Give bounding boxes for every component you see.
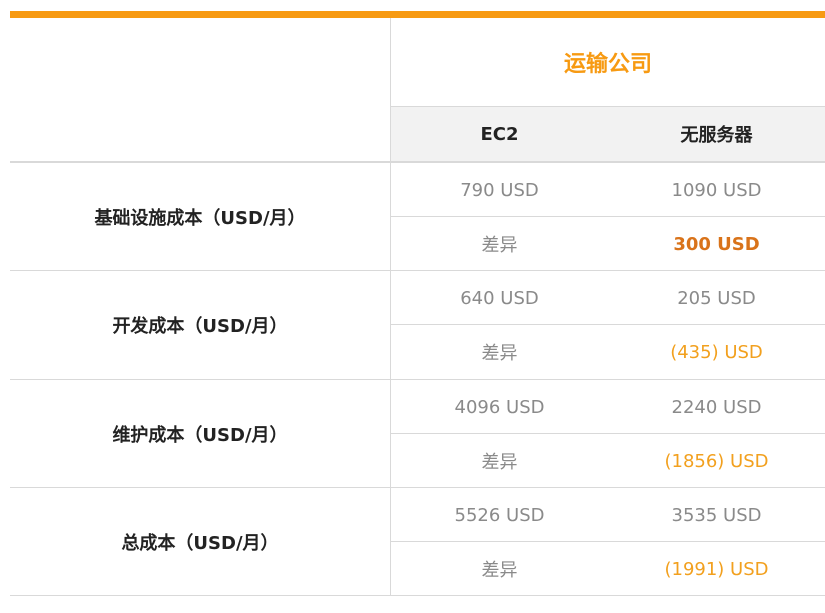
serverless-value: 3535 USD	[671, 504, 762, 526]
difference-value: (435) USD	[670, 341, 763, 363]
column-header-serverless: 无服务器	[680, 125, 753, 146]
column-header-ec2: EC2	[480, 123, 519, 145]
difference-label: 差异	[481, 235, 518, 256]
difference-value: (1991) USD	[664, 558, 769, 580]
row-label-development: 开发成本（USD/月）	[112, 316, 288, 337]
row-label-maintenance: 维护成本（USD/月）	[112, 425, 288, 446]
ec2-value: 5526 USD	[454, 504, 545, 526]
difference-value: (1856) USD	[664, 450, 769, 472]
row-label-infrastructure: 基础设施成本（USD/月）	[94, 208, 306, 229]
serverless-value: 1090 USD	[671, 179, 762, 201]
serverless-value: 205 USD	[677, 287, 756, 309]
accent-bar	[10, 11, 825, 18]
difference-value: 300 USD	[673, 233, 760, 255]
difference-label: 差异	[481, 560, 518, 581]
serverless-value: 2240 USD	[671, 396, 762, 418]
difference-label: 差异	[481, 343, 518, 364]
ec2-value: 790 USD	[460, 179, 539, 201]
ec2-value: 640 USD	[460, 287, 539, 309]
row-label-total: 总成本（USD/月）	[121, 533, 279, 554]
table-bottom-line	[10, 595, 825, 596]
difference-label: 差异	[481, 452, 518, 473]
company-title: 运输公司	[563, 52, 652, 77]
ec2-value: 4096 USD	[454, 396, 545, 418]
